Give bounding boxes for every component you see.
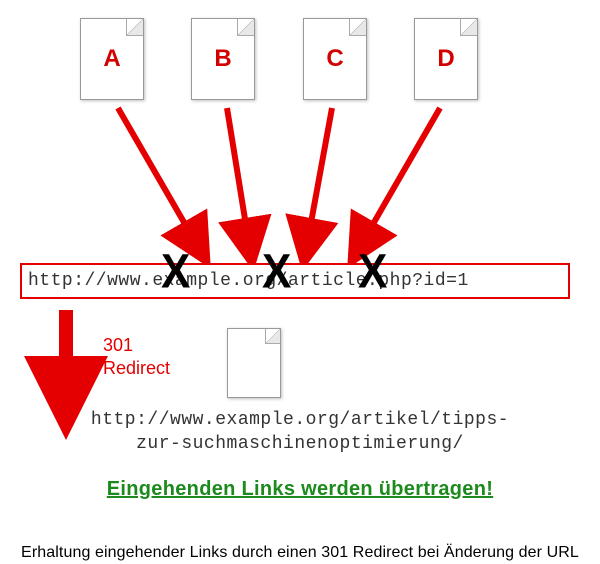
new-url-text: http://www.example.org/artikel/tipps- zu… xyxy=(0,408,600,457)
target-doc xyxy=(227,328,281,398)
doc-label: A xyxy=(81,45,143,73)
source-doc-c: C xyxy=(303,18,367,100)
figure-caption: Erhaltung eingehender Links durch einen … xyxy=(0,544,600,562)
success-message: Eingehenden Links werden übertragen! xyxy=(24,478,576,501)
doc-label: C xyxy=(304,45,366,73)
redirect-label-line1: 301 xyxy=(103,334,170,357)
old-url-text: http://www.example.org/article.php?id=1 xyxy=(28,271,469,291)
diagram-stage: { "docs": { "a": "A", "b": "B", "c": "C"… xyxy=(0,0,600,564)
cross-out-icon: X xyxy=(358,245,387,300)
old-url-box: http://www.example.org/article.php?id=1 xyxy=(20,263,570,299)
new-url-line1: http://www.example.org/artikel/tipps- xyxy=(0,408,600,432)
redirect-label-line2: Redirect xyxy=(103,357,170,380)
source-doc-d: D xyxy=(414,18,478,100)
redirect-label: 301 Redirect xyxy=(103,334,170,379)
doc-label: B xyxy=(192,45,254,73)
cross-out-icon: X xyxy=(262,245,291,300)
doc-label: D xyxy=(415,45,477,73)
cross-out-icon: X xyxy=(161,245,190,300)
new-url-line2: zur-suchmaschinenoptimierung/ xyxy=(0,432,600,456)
source-doc-a: A xyxy=(80,18,144,100)
source-doc-b: B xyxy=(191,18,255,100)
